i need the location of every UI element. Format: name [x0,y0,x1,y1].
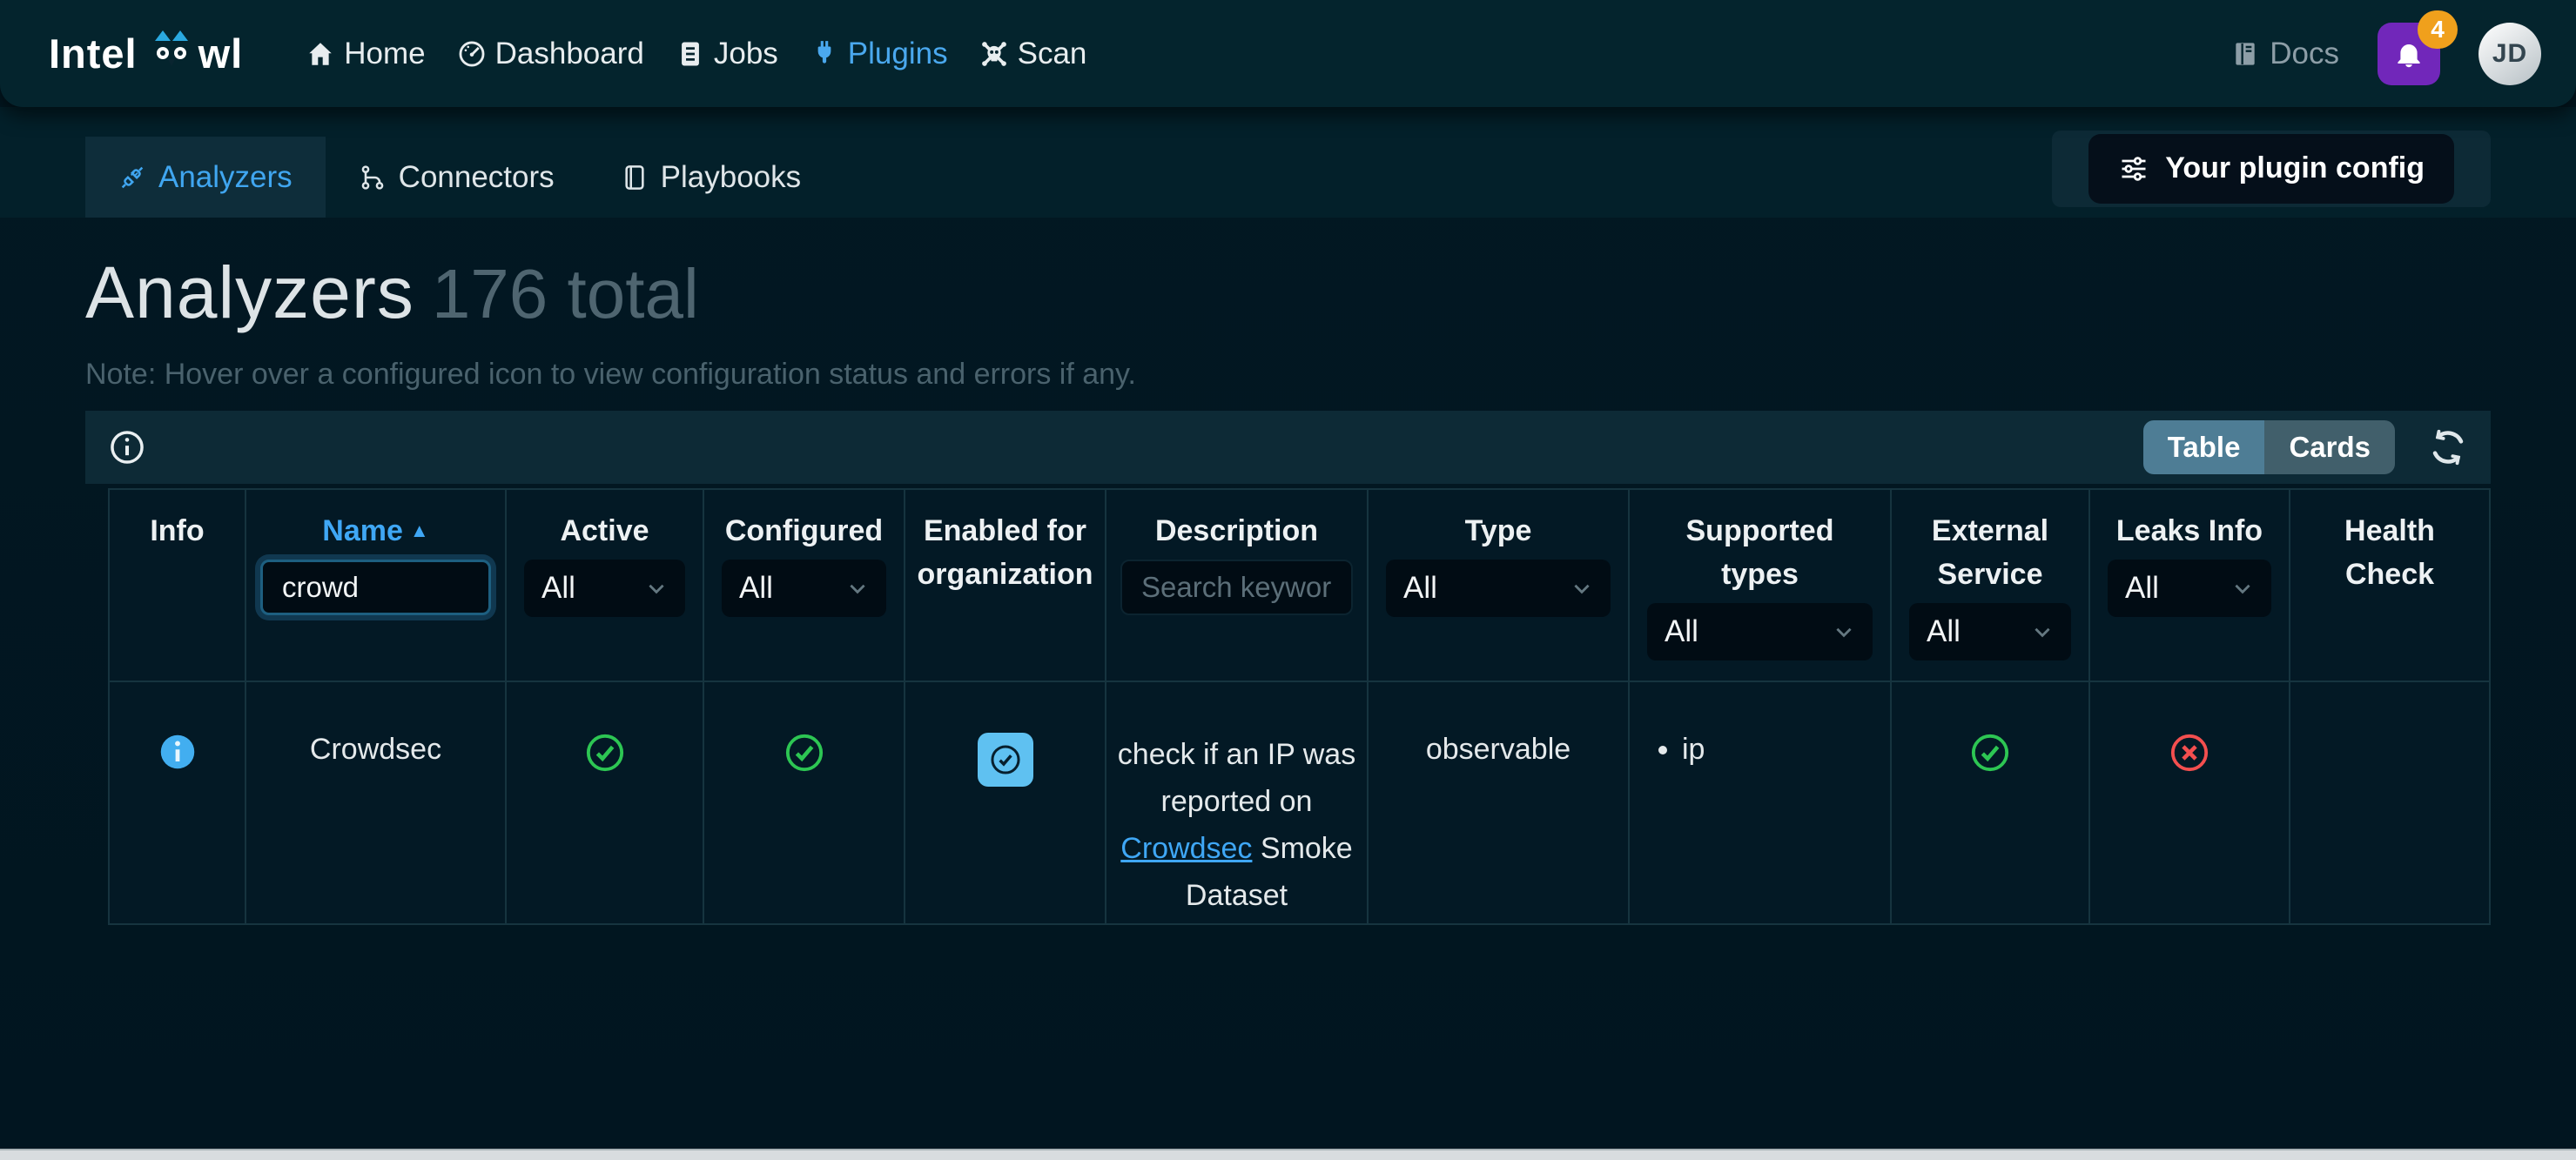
sort-asc-icon: ▲ [410,521,429,540]
chevron-down-icon [1833,620,1855,643]
plugins-tabs: Analyzers Connectors Playbooks [85,137,834,218]
journal-icon [621,164,649,191]
leaks-info-filter-select[interactable]: All [2108,560,2271,617]
name-sort-header[interactable]: Name▲ [322,509,428,553]
plugin-config-container: Your plugin config [2052,131,2491,207]
view-toggle: Table Cards [2143,420,2395,474]
dashboard-icon [457,39,487,69]
notifications-button[interactable]: 4 [2378,23,2440,85]
toolbar-right: Table Cards [2143,420,2468,474]
chevron-down-icon [2231,577,2254,600]
check-circle-icon [784,733,824,773]
col-header-active: Active All [507,490,703,681]
your-plugin-config-button[interactable]: Your plugin config [2088,134,2454,204]
col-header-health-check: Health Check [2290,490,2489,681]
sliders-icon [2118,153,2149,184]
bell-icon [2393,38,2425,70]
chevron-down-icon [1570,577,1593,600]
user-avatar[interactable]: JD [2478,23,2541,85]
table-view-button[interactable]: Table [2143,420,2265,474]
col-header-external-service: External Service All [1892,490,2088,681]
supported-type-item: ip [1682,733,1705,767]
navbar-right: Docs 4 JD [2231,23,2541,85]
row-configured-cell [704,682,904,923]
page-note: Note: Hover over a configured icon to vi… [85,358,2491,392]
owl-logo-icon [151,37,192,77]
table-toolbar: Table Cards [85,411,2491,484]
row-info-cell [110,682,245,923]
home-icon [306,39,335,69]
row-info-icon[interactable] [158,733,197,771]
total-count: 176 total [432,254,699,334]
row-external-service-cell [1892,682,2088,923]
chevron-down-icon [645,577,668,600]
row-description-cell: check if an IP was reported on Crowdsec … [1106,682,1367,923]
chevron-down-icon [846,577,869,600]
nav-item-scan[interactable]: Scan [979,37,1087,71]
nav-item-dashboard[interactable]: Dashboard [457,37,644,71]
logo-text-wl: wl [198,30,244,77]
analyzers-table: Info Name▲ Active All Configured All Ena… [108,488,2491,925]
row-supported-types-cell: ip [1630,682,1890,923]
x-circle-icon [2169,733,2209,773]
external-service-filter-select[interactable]: All [1909,603,2071,660]
analyzer-plug-icon [118,164,146,191]
row-enabled-org-cell [905,682,1105,923]
row-name-cell: Crowdsec [246,682,505,923]
col-header-type: Type All [1369,490,1628,681]
check-circle-icon [1970,733,2010,773]
page-header: Analyzers 176 total [85,251,2491,335]
plug-icon [810,39,839,69]
row-leaks-info-cell [2090,682,2289,923]
nav-item-plugins[interactable]: Plugins [810,37,948,71]
analyzers-page: Analyzers 176 total Note: Hover over a c… [0,251,2576,925]
check-circle-icon [989,743,1022,776]
table-info-button[interactable] [108,428,146,466]
row-type-cell: observable [1369,682,1628,923]
crowdsec-link[interactable]: Crowdsec [1120,832,1252,865]
type-filter-select[interactable]: All [1386,560,1611,617]
col-header-enabled-org: Enabled for organization [905,490,1105,681]
active-filter-select[interactable]: All [524,560,685,617]
refresh-button[interactable] [2428,427,2468,467]
name-filter-input[interactable] [260,560,491,615]
col-header-supported-types: Supported types All [1630,490,1890,681]
supported-types-filter-select[interactable]: All [1647,603,1873,660]
notification-count-badge: 4 [2418,10,2458,49]
tab-playbooks[interactable]: Playbooks [588,137,834,218]
row-active-cell [507,682,703,923]
col-header-info: Info [110,490,245,681]
description-filter-input[interactable] [1120,560,1353,615]
book-icon [2231,40,2259,68]
info-circle-icon [108,428,146,466]
nav-item-home[interactable]: Home [306,37,425,71]
logo-text-intel: Intel [49,30,138,77]
top-navbar: Intel wl Home Dashboard Jobs Plugins Sca… [0,0,2576,107]
docs-link[interactable]: Docs [2231,37,2339,71]
refresh-icon [2428,427,2468,467]
cards-view-button[interactable]: Cards [2264,420,2395,474]
tab-analyzers[interactable]: Analyzers [85,137,326,218]
col-header-leaks-info: Leaks Info All [2090,490,2289,681]
page-title: Analyzers [85,251,414,335]
configured-filter-select[interactable]: All [722,560,886,617]
col-header-configured: Configured All [704,490,904,681]
row-health-check-cell [2290,682,2489,923]
nav-item-jobs[interactable]: Jobs [676,37,778,71]
branch-icon [359,164,387,191]
plugins-tabs-bar: Analyzers Connectors Playbooks Your plug… [0,107,2576,218]
horizontal-scrollbar[interactable] [0,1149,2576,1160]
main-nav: Home Dashboard Jobs Plugins Scan [306,37,1086,71]
col-header-description: Description [1106,490,1367,681]
jobs-icon [676,39,705,69]
chevron-down-icon [2031,620,2054,643]
app-logo[interactable]: Intel wl [49,30,243,77]
check-circle-icon [585,733,625,773]
scan-skull-icon [979,39,1009,69]
tab-connectors[interactable]: Connectors [326,137,588,218]
enabled-org-toggle[interactable] [978,733,1033,787]
col-header-name: Name▲ [246,490,505,681]
